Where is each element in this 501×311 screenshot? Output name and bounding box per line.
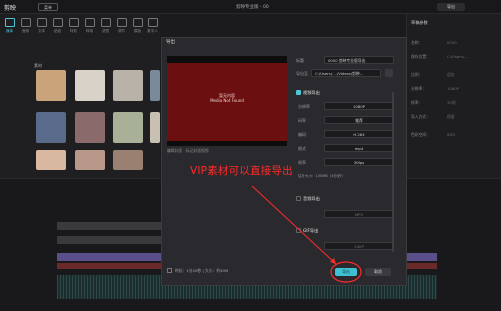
annotation-arrow-line bbox=[251, 185, 337, 265]
annotation-circle bbox=[330, 261, 362, 283]
annotation-overlay bbox=[251, 185, 362, 283]
